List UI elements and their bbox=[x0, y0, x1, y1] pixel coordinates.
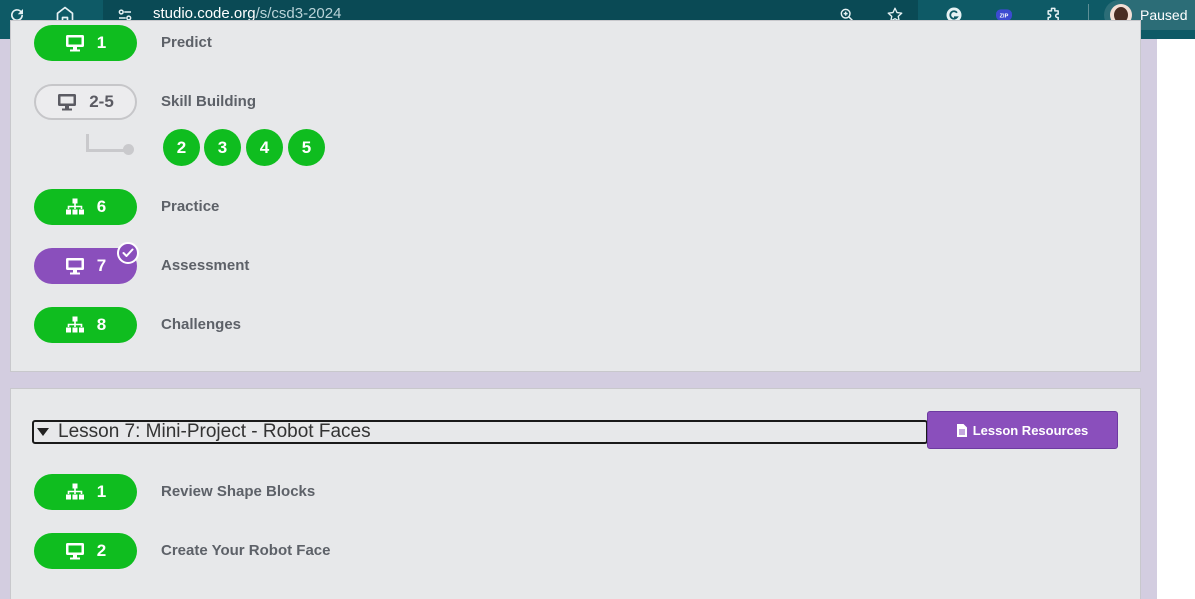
level-number: 2-5 bbox=[89, 92, 114, 111]
lesson-title: Lesson 7: Mini-Project - Robot Faces bbox=[58, 421, 371, 442]
sublevel-bubble-5[interactable]: 5 bbox=[288, 129, 325, 166]
network-icon bbox=[65, 316, 84, 333]
network-icon bbox=[65, 483, 84, 500]
level-bubble-1[interactable]: 1 bbox=[34, 25, 137, 61]
level-label-challenges[interactable]: Challenges bbox=[161, 316, 241, 333]
level-number: 6 bbox=[96, 197, 107, 216]
level-bubble-8[interactable]: 8 bbox=[34, 307, 137, 343]
level-number: 7 bbox=[96, 256, 107, 275]
monitor-icon bbox=[65, 543, 84, 560]
network-icon bbox=[65, 198, 84, 215]
level-label-assessment[interactable]: Assessment bbox=[161, 257, 249, 274]
lesson-resources-label: Lesson Resources bbox=[972, 422, 1089, 438]
level-label-review-shape-blocks[interactable]: Review Shape Blocks bbox=[161, 483, 315, 500]
level-number: 1 bbox=[96, 33, 107, 52]
level-bubble-2-lesson7[interactable]: 2 bbox=[34, 533, 137, 569]
level-bubble-1-lesson7[interactable]: 1 bbox=[34, 474, 137, 510]
sublevel-connector bbox=[86, 134, 126, 152]
page-scroll-area bbox=[1157, 39, 1195, 599]
level-bubble-2-5[interactable]: 2-5 bbox=[34, 84, 137, 120]
sublevel-bubble-3[interactable]: 3 bbox=[204, 129, 241, 166]
svg-text:ZIP: ZIP bbox=[1000, 13, 1009, 19]
level-number: 2 bbox=[96, 541, 107, 560]
monitor-icon bbox=[65, 35, 84, 52]
level-label-practice[interactable]: Practice bbox=[161, 198, 219, 215]
sublevel-connector-dot bbox=[123, 144, 134, 155]
sublevel-bubble-2[interactable]: 2 bbox=[163, 129, 200, 166]
document-icon bbox=[956, 423, 967, 437]
monitor-icon bbox=[58, 94, 77, 111]
caret-down-icon bbox=[37, 428, 49, 436]
level-label-predict[interactable]: Predict bbox=[161, 34, 212, 51]
level-number: 8 bbox=[96, 315, 107, 334]
level-label-skill-building[interactable]: Skill Building bbox=[161, 93, 256, 110]
check-icon bbox=[117, 242, 139, 264]
level-label-create-robot-face[interactable]: Create Your Robot Face bbox=[161, 542, 330, 559]
level-bubble-6[interactable]: 6 bbox=[34, 189, 137, 225]
lesson-resources-button[interactable]: Lesson Resources bbox=[927, 411, 1118, 449]
lesson-7-header[interactable]: Lesson 7: Mini-Project - Robot Faces bbox=[32, 420, 928, 444]
sublevel-bubble-4[interactable]: 4 bbox=[246, 129, 283, 166]
profile-status-label: Paused bbox=[1140, 7, 1188, 23]
monitor-icon bbox=[65, 258, 84, 275]
level-number: 1 bbox=[96, 482, 107, 501]
